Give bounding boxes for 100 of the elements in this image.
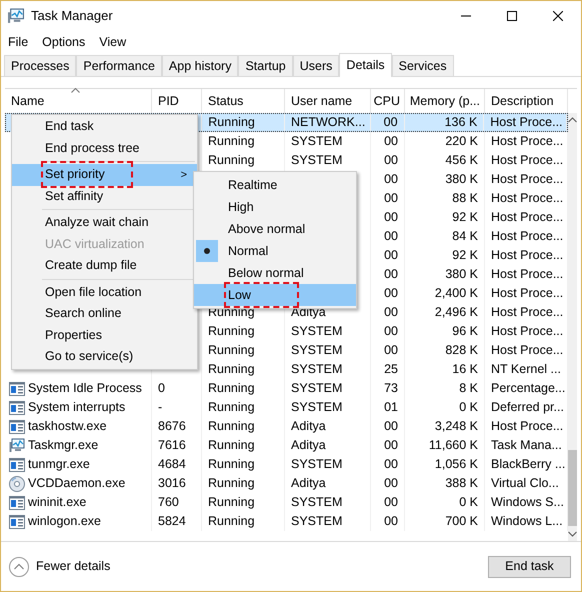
collapse-icon[interactable] bbox=[9, 556, 29, 576]
name-cell-text: tunmgr.exe bbox=[28, 456, 90, 474]
tab[interactable]: Processes bbox=[4, 55, 76, 76]
status-cell-text: Running bbox=[208, 513, 255, 530]
description-cell-text: BlackBerry ... bbox=[491, 456, 566, 474]
fewer-details-link[interactable]: Fewer details bbox=[36, 557, 110, 576]
menu-item[interactable]: Below normal bbox=[194, 262, 356, 284]
menu-item[interactable]: Set affinity bbox=[12, 186, 197, 207]
description-cell-text: Host Proce... bbox=[491, 209, 564, 226]
user-cell-text: SYSTEM bbox=[291, 494, 342, 512]
menu-item[interactable]: Set priority > bbox=[12, 164, 197, 186]
table-row[interactable]: taskhostw.exe 8676 Running Aditya 00 3,248 K Host Proce... bbox=[5, 417, 568, 436]
name-cell-text: taskhostw.exe bbox=[28, 418, 107, 436]
memory-cell-text: 0 K bbox=[459, 494, 478, 512]
scroll-thumb[interactable] bbox=[568, 450, 577, 526]
memory-cell-text: 380 K bbox=[445, 266, 478, 284]
description-cell-text: Task Mana... bbox=[491, 437, 562, 454]
table-row[interactable]: winlogon.exe 5824 Running SYSTEM 00 700 K Windows L... bbox=[5, 512, 568, 531]
menu-item[interactable]: Above normal bbox=[194, 218, 356, 240]
tab[interactable]: Startup bbox=[238, 55, 293, 76]
table-row[interactable]: VCDDaemon.exe 3016 Running Aditya 00 388 K Virtual Clo... bbox=[5, 474, 568, 493]
user-cell-text: Aditya bbox=[291, 418, 326, 436]
table-row[interactable]: Taskmgr.exe 7616 Running Aditya 00 11,660 K Task Mana... bbox=[5, 436, 568, 455]
menu-item[interactable]: File bbox=[8, 32, 28, 52]
cpu-cell-text: 00 bbox=[384, 323, 398, 340]
memory-cell-text: 92 K bbox=[452, 247, 478, 264]
user-cell-text: SYSTEM bbox=[291, 513, 342, 530]
pid-cell-text: 0 bbox=[158, 380, 165, 398]
user-cell-text: Aditya bbox=[291, 475, 326, 492]
menu-item[interactable]: High bbox=[194, 196, 356, 218]
cpu-cell-text: 00 bbox=[384, 418, 398, 436]
end-task-button[interactable]: End task bbox=[488, 556, 571, 578]
user-cell-text: SYSTEM bbox=[291, 399, 342, 416]
memory-cell-text: 88 K bbox=[452, 190, 478, 208]
tab[interactable]: Services bbox=[392, 55, 454, 76]
menu-item[interactable]: View bbox=[99, 32, 126, 52]
memory-cell-text: 84 K bbox=[452, 228, 478, 246]
description-cell-text: Host Proce... bbox=[491, 342, 564, 360]
memory-cell-text: 2,400 K bbox=[434, 285, 478, 302]
memory-cell-text: 8 K bbox=[459, 380, 478, 398]
memory-cell-text: 3,248 K bbox=[434, 418, 478, 436]
memory-cell-text: 700 K bbox=[445, 513, 478, 530]
app-icon bbox=[7, 8, 25, 24]
menu-item[interactable]: Search online bbox=[12, 303, 197, 324]
status-cell-text: Running bbox=[208, 380, 255, 398]
tab[interactable]: Details bbox=[339, 53, 392, 77]
description-cell-text: Host Proce... bbox=[491, 304, 564, 322]
memory-cell-text: 16 K bbox=[452, 361, 478, 378]
scrollbar[interactable] bbox=[568, 113, 577, 541]
user-cell-text: SYSTEM bbox=[291, 152, 342, 170]
menu-item[interactable]: Low bbox=[194, 284, 356, 306]
cpu-cell-text: 00 bbox=[384, 285, 398, 302]
description-cell-text: Host Proce... bbox=[491, 190, 564, 208]
description-cell-text: Host Proce... bbox=[490, 114, 563, 132]
table-row[interactable]: System interrupts - Running SYSTEM 01 0 K Deferred pr... bbox=[5, 398, 568, 417]
cpu-cell-text: 00 bbox=[384, 190, 398, 208]
memory-cell-text: 136 K bbox=[444, 114, 478, 132]
cpu-cell-text: 00 bbox=[384, 114, 398, 132]
cpu-cell-text: 00 bbox=[384, 133, 398, 150]
menu-item[interactable]: Create dump file bbox=[12, 255, 197, 276]
tab[interactable]: Performance bbox=[76, 55, 162, 76]
tab[interactable]: App history bbox=[162, 55, 238, 76]
menu-item[interactable]: Normal bbox=[194, 240, 356, 262]
menu-item[interactable]: Realtime bbox=[194, 174, 356, 196]
cpu-cell-text: 00 bbox=[384, 513, 398, 530]
menu-item[interactable]: Properties bbox=[12, 324, 197, 346]
tab[interactable]: Users bbox=[292, 55, 340, 76]
description-cell-text: Host Proce... bbox=[491, 285, 564, 302]
name-cell-text: VCDDaemon.exe bbox=[28, 475, 126, 492]
cpu-cell-text: 00 bbox=[384, 342, 398, 360]
memory-cell-text: 220 K bbox=[445, 133, 478, 150]
pid-cell-text: 4684 bbox=[158, 456, 186, 474]
description-cell-text: NT Kernel ... bbox=[491, 361, 561, 378]
memory-cell-text: 92 K bbox=[452, 209, 478, 226]
user-cell-text: NETWORK... bbox=[290, 114, 366, 132]
memory-cell-text: 96 K bbox=[452, 323, 478, 340]
status-cell-text: Running bbox=[208, 456, 255, 474]
menu-item[interactable]: Analyze wait chain bbox=[12, 212, 197, 234]
table-row[interactable]: System Idle Process 0 Running SYSTEM 73 8 K Percentage... bbox=[5, 379, 568, 398]
table-row[interactable]: wininit.exe 760 Running SYSTEM 00 0 K Windows S... bbox=[5, 493, 568, 512]
cpu-cell-text: 00 bbox=[384, 209, 398, 226]
user-cell-text: SYSTEM bbox=[291, 380, 342, 398]
user-cell-text: SYSTEM bbox=[291, 456, 342, 474]
description-cell-text: Host Proce... bbox=[491, 247, 564, 264]
name-cell-text: System Idle Process bbox=[28, 380, 142, 398]
user-cell-text: Aditya bbox=[291, 437, 326, 454]
table-row[interactable]: tunmgr.exe 4684 Running SYSTEM 00 1,056 K BlackBerry ... bbox=[5, 455, 568, 474]
status-cell-text: Running bbox=[208, 437, 255, 454]
menu-item[interactable]: End process tree bbox=[12, 138, 197, 159]
status-cell-text: Running bbox=[208, 323, 255, 340]
description-cell-text: Virtual Clo... bbox=[491, 475, 559, 492]
menu-item[interactable]: Open file location bbox=[12, 282, 197, 303]
user-cell-text: SYSTEM bbox=[291, 323, 342, 340]
description-cell-text: Deferred pr... bbox=[491, 399, 564, 416]
status-cell-text: Running bbox=[208, 114, 255, 132]
description-cell-text: Host Proce... bbox=[491, 171, 564, 188]
menu-item[interactable]: Options bbox=[42, 32, 86, 52]
status-cell-text: Running bbox=[208, 133, 255, 150]
memory-cell-text: 2,496 K bbox=[434, 304, 478, 322]
memory-cell-text: 0 K bbox=[459, 399, 478, 416]
